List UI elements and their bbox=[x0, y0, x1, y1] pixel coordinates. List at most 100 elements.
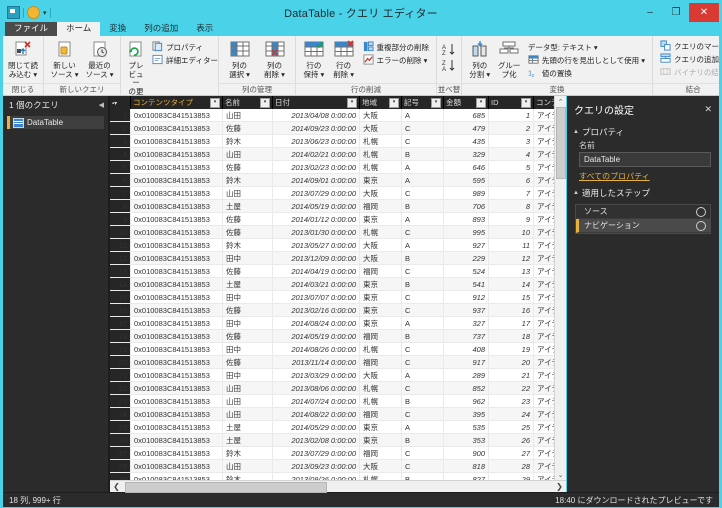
table-cell[interactable]: 0x010083C841513853 bbox=[130, 381, 223, 395]
tab-home[interactable]: ホーム bbox=[57, 22, 101, 36]
table-cell[interactable]: A bbox=[401, 173, 444, 187]
table-cell[interactable]: 535 bbox=[443, 420, 489, 434]
table-cell[interactable]: 2013/09/26 0:00:00 bbox=[272, 472, 360, 480]
table-row[interactable]: 9 0x010083C841513853 佐藤 2014/01/12 0:00:00 東… bbox=[110, 212, 554, 226]
table-cell[interactable]: 大阪 bbox=[359, 238, 402, 252]
table-cell[interactable]: 17 bbox=[488, 316, 534, 330]
column-header-name[interactable]: 名前 ▾ bbox=[222, 96, 273, 109]
table-cell[interactable]: 852 bbox=[443, 381, 489, 395]
table-cell[interactable]: 2013/09/23 0:00:00 bbox=[272, 459, 360, 473]
table-cell[interactable]: 541 bbox=[443, 277, 489, 291]
row-number-cell[interactable]: 7 bbox=[110, 186, 131, 200]
table-cell[interactable]: 鈴木 bbox=[222, 446, 273, 460]
table-cell[interactable]: 大阪 bbox=[359, 121, 402, 135]
table-cell[interactable]: C bbox=[401, 342, 444, 356]
table-cell[interactable]: 2013/07/29 0:00:00 bbox=[272, 186, 360, 200]
query-name-input[interactable]: DataTable bbox=[579, 152, 711, 167]
table-cell[interactable]: 札幌 bbox=[359, 160, 402, 174]
table-cell[interactable]: 山田 bbox=[222, 407, 273, 421]
table-cell[interactable]: 2013/05/27 0:00:00 bbox=[272, 238, 360, 252]
row-number-cell[interactable]: 16 bbox=[110, 303, 131, 317]
table-cell[interactable]: C bbox=[401, 121, 444, 135]
table-cell[interactable]: 東京 bbox=[359, 303, 402, 317]
table-cell[interactable]: 646 bbox=[443, 160, 489, 174]
row-number-cell[interactable]: 8 bbox=[110, 199, 131, 213]
table-row[interactable]: 22 0x010083C841513853 山田 2013/08/06 0:00:00… bbox=[110, 381, 554, 395]
row-number-cell[interactable]: 2 bbox=[110, 121, 131, 135]
table-cell[interactable]: 289 bbox=[443, 368, 489, 382]
table-row[interactable]: 1 0x010083C841513853 山田 2013/04/08 0:00:00 大… bbox=[110, 109, 554, 122]
table-cell[interactable]: 893 bbox=[443, 212, 489, 226]
table-cell[interactable]: 14 bbox=[488, 277, 534, 291]
table-cell[interactable]: 11 bbox=[488, 238, 534, 252]
maximize-button[interactable]: ❐ bbox=[663, 3, 689, 22]
close-button[interactable]: ✕ bbox=[689, 3, 719, 22]
table-row[interactable]: 23 0x010083C841513853 山田 2014/07/24 0:00:00… bbox=[110, 394, 554, 408]
filter-dropdown-icon[interactable]: ▾ bbox=[476, 97, 486, 108]
table-cell[interactable]: A bbox=[401, 368, 444, 382]
table-cell[interactable]: 22 bbox=[488, 381, 534, 395]
table-cell[interactable]: B bbox=[401, 329, 444, 343]
table-cell[interactable]: 0x010083C841513853 bbox=[130, 355, 223, 369]
table-cell[interactable]: アイテム bbox=[533, 186, 554, 200]
choose-columns-button[interactable]: 列の 選択 ▾ bbox=[224, 39, 255, 79]
table-cell[interactable]: 札幌 bbox=[359, 342, 402, 356]
row-number-cell[interactable]: 26 bbox=[110, 433, 131, 447]
table-cell[interactable]: 田中 bbox=[222, 251, 273, 265]
table-cell[interactable]: 大阪 bbox=[359, 251, 402, 265]
table-cell[interactable]: 900 bbox=[443, 446, 489, 460]
table-cell[interactable]: 2014/05/19 0:00:00 bbox=[272, 329, 360, 343]
table-cell[interactable]: 0x010083C841513853 bbox=[130, 238, 223, 252]
table-cell[interactable]: 595 bbox=[443, 173, 489, 187]
table-cell[interactable]: C bbox=[401, 381, 444, 395]
table-row[interactable]: 29 0x010083C841513853 鈴木 2013/09/26 0:00:00… bbox=[110, 472, 554, 480]
horizontal-scroll-track[interactable] bbox=[123, 482, 553, 493]
column-header-region[interactable]: 地域 ▾ bbox=[359, 96, 402, 109]
table-cell[interactable]: 18 bbox=[488, 329, 534, 343]
table-cell[interactable]: 0x010083C841513853 bbox=[130, 173, 223, 187]
table-cell[interactable]: 2013/04/08 0:00:00 bbox=[272, 109, 360, 122]
table-cell[interactable]: アイテム bbox=[533, 459, 554, 473]
table-cell[interactable]: 23 bbox=[488, 394, 534, 408]
table-cell[interactable]: 佐藤 bbox=[222, 355, 273, 369]
table-cell[interactable]: 2013/07/07 0:00:00 bbox=[272, 290, 360, 304]
table-cell[interactable]: 0x010083C841513853 bbox=[130, 433, 223, 447]
row-number-cell[interactable]: 20 bbox=[110, 355, 131, 369]
table-cell[interactable]: 土屋 bbox=[222, 277, 273, 291]
table-cell[interactable]: アイテム bbox=[533, 212, 554, 226]
table-row[interactable]: 26 0x010083C841513853 土屋 2013/02/08 0:00:00… bbox=[110, 433, 554, 447]
table-cell[interactable]: 田中 bbox=[222, 316, 273, 330]
table-row[interactable]: 8 0x010083C841513853 土屋 2014/05/19 0:00:00 福… bbox=[110, 199, 554, 213]
applied-steps-section-header[interactable]: ▲ 適用したステップ bbox=[567, 182, 719, 201]
table-row[interactable]: 21 0x010083C841513853 田中 2013/03/29 0:00:00… bbox=[110, 368, 554, 382]
table-cell[interactable]: アイテム bbox=[533, 147, 554, 161]
filter-dropdown-icon[interactable]: ▾ bbox=[347, 97, 357, 108]
table-cell[interactable]: 山田 bbox=[222, 186, 273, 200]
table-cell[interactable]: 0x010083C841513853 bbox=[130, 264, 223, 278]
table-cell[interactable]: 大阪 bbox=[359, 368, 402, 382]
table-cell[interactable]: 0x010083C841513853 bbox=[130, 147, 223, 161]
table-cell[interactable]: 佐藤 bbox=[222, 303, 273, 317]
table-row[interactable]: 4 0x010083C841513853 山田 2014/02/21 0:00:00 札… bbox=[110, 147, 554, 161]
table-cell[interactable]: 10 bbox=[488, 225, 534, 239]
table-cell[interactable]: 東京 bbox=[359, 420, 402, 434]
table-cell[interactable]: 大阪 bbox=[359, 109, 402, 122]
table-cell[interactable]: 685 bbox=[443, 109, 489, 122]
append-queries-button[interactable]: クエリの追加 bbox=[658, 53, 719, 65]
table-cell[interactable]: 0x010083C841513853 bbox=[130, 459, 223, 473]
table-cell[interactable]: アイテム bbox=[533, 199, 554, 213]
table-cell[interactable]: 福岡 bbox=[359, 199, 402, 213]
table-cell[interactable]: アイテム bbox=[533, 446, 554, 460]
applied-step-navigation[interactable]: ナビゲーション bbox=[576, 219, 710, 233]
applied-step-source[interactable]: ソース bbox=[576, 205, 710, 219]
table-cell[interactable]: 962 bbox=[443, 394, 489, 408]
table-cell[interactable]: 7 bbox=[488, 186, 534, 200]
row-number-cell[interactable]: 5 bbox=[110, 160, 131, 174]
table-cell[interactable]: アイテム bbox=[533, 290, 554, 304]
table-cell[interactable]: 0x010083C841513853 bbox=[130, 407, 223, 421]
table-cell[interactable]: 鈴木 bbox=[222, 472, 273, 480]
row-number-cell[interactable]: 13 bbox=[110, 264, 131, 278]
row-number-cell[interactable]: 1 bbox=[110, 109, 131, 122]
table-cell[interactable]: 12 bbox=[488, 251, 534, 265]
table-cell[interactable]: 4 bbox=[488, 147, 534, 161]
